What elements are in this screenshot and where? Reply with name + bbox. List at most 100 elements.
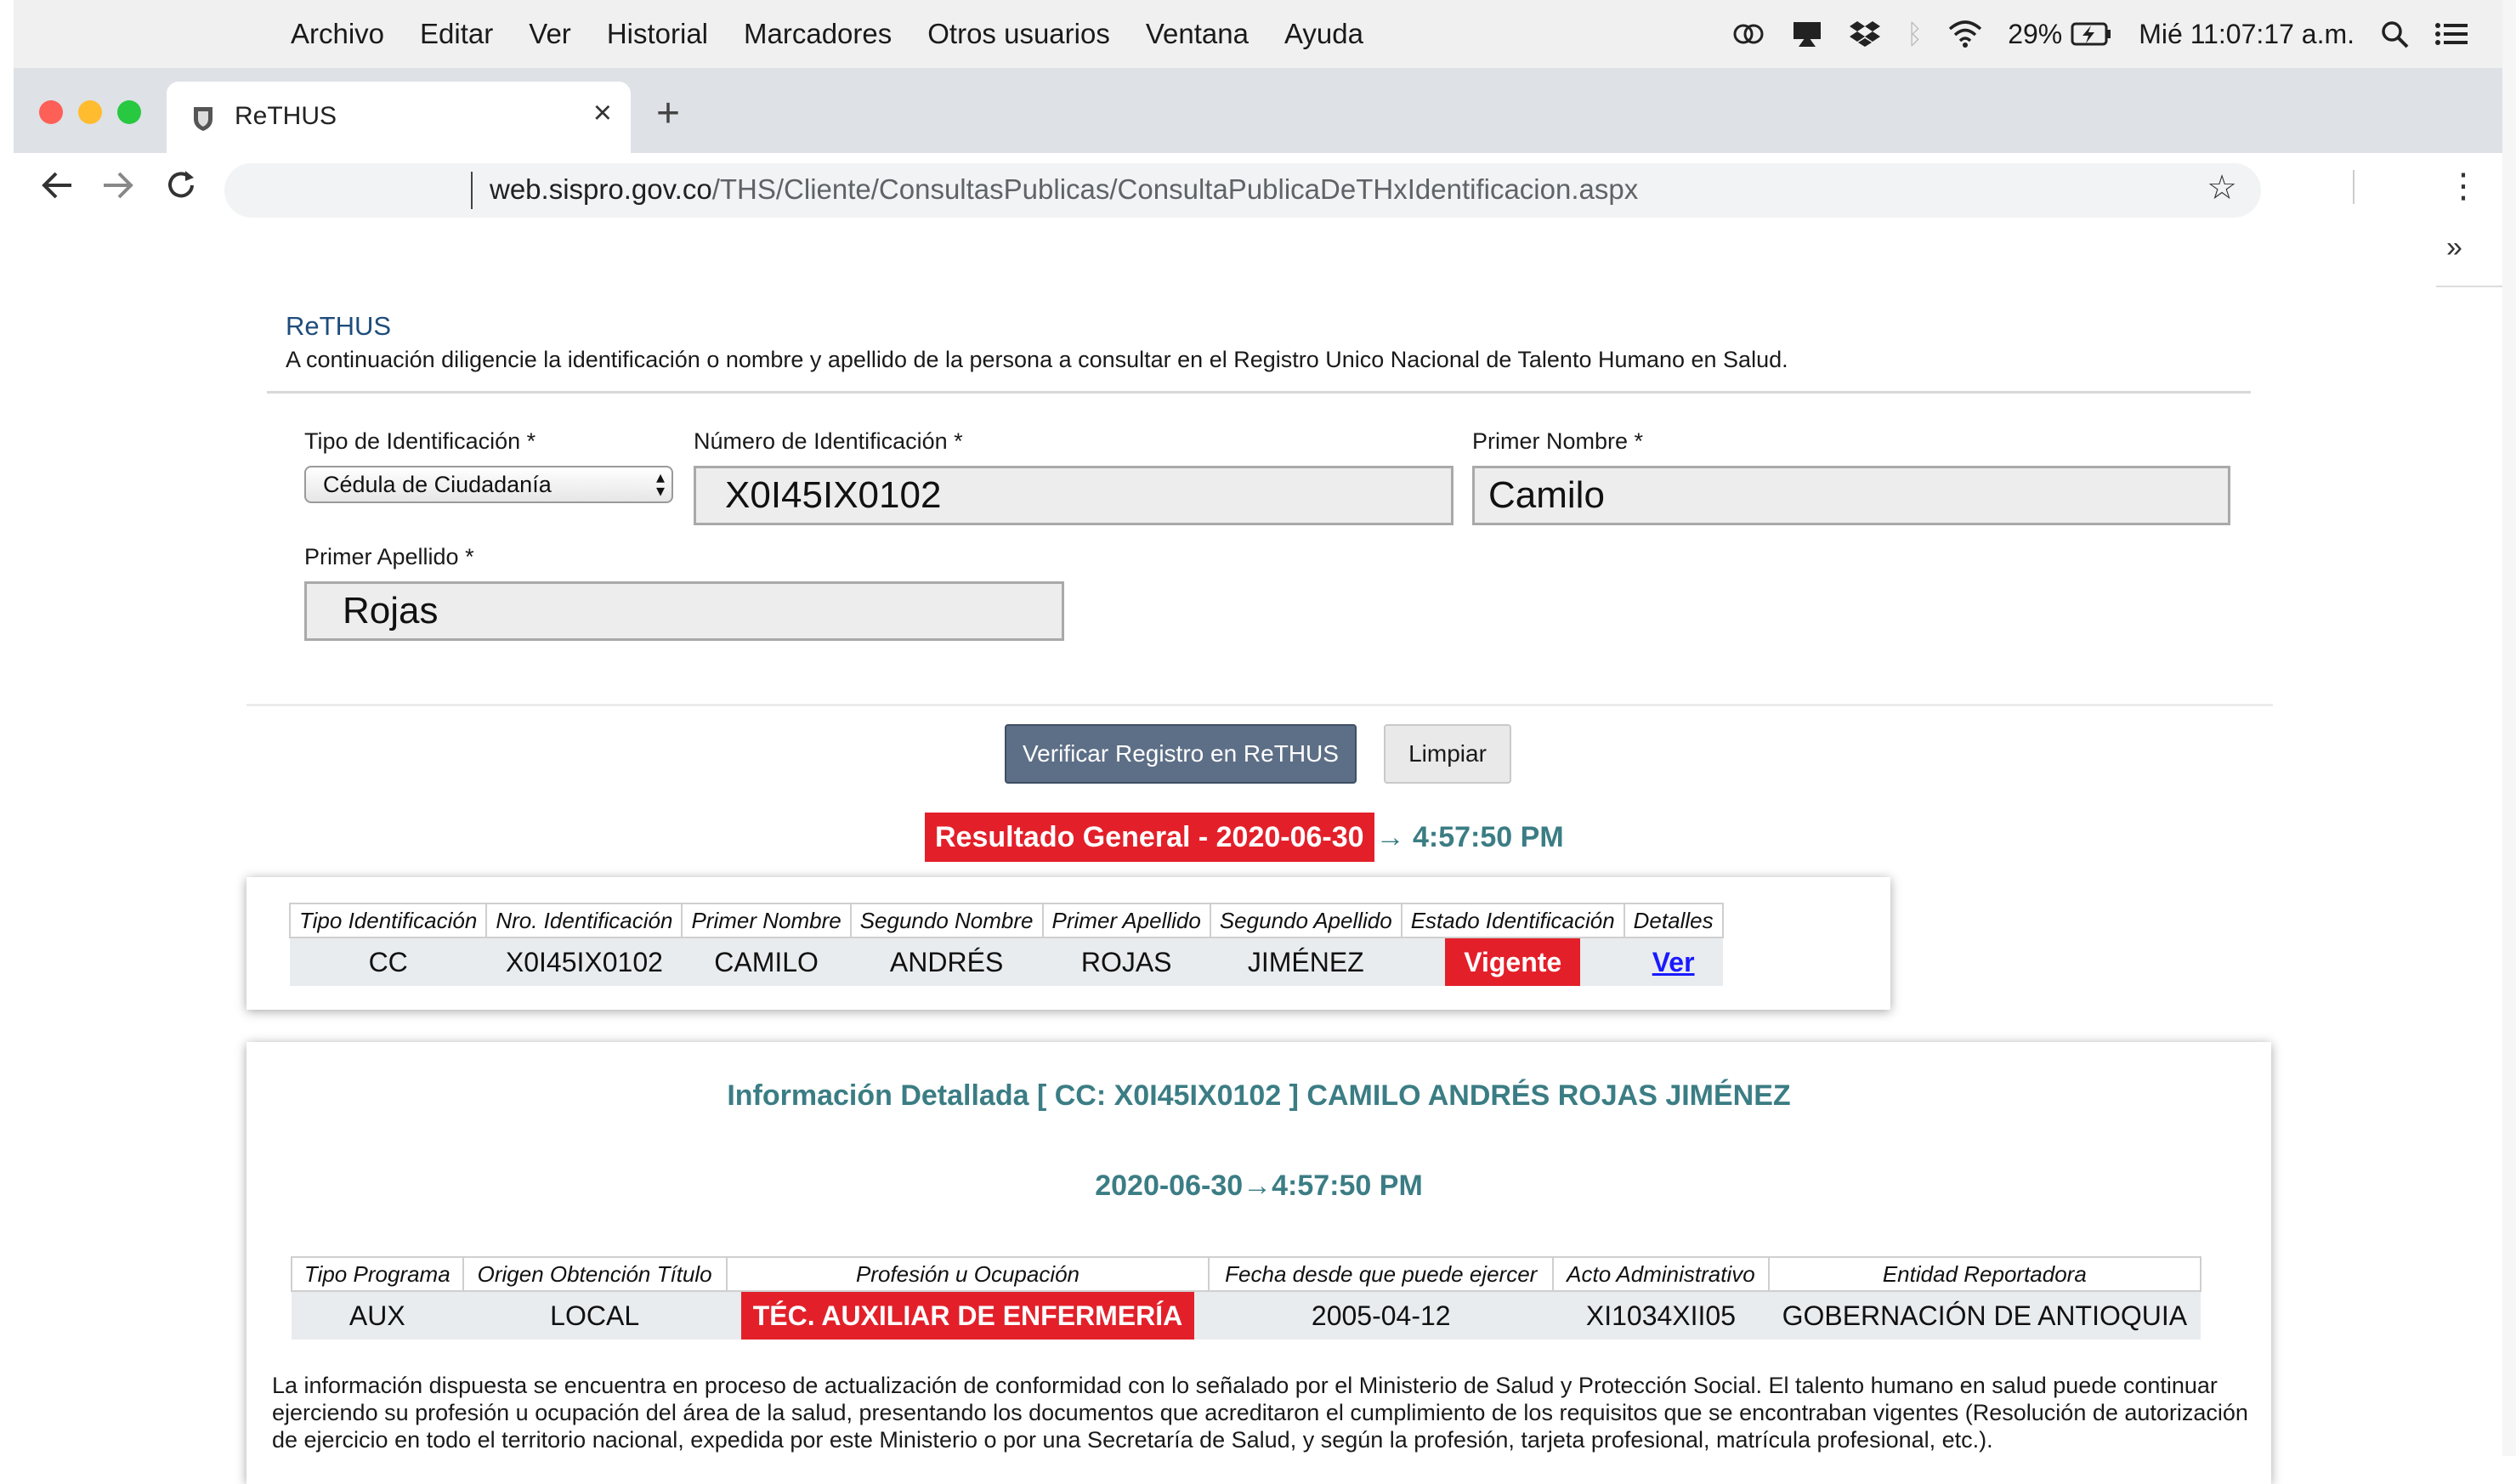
verify-rethus-button[interactable]: Verificar Registro en ReTHUS	[1005, 724, 1357, 784]
menu-ver[interactable]: Ver	[529, 18, 571, 50]
menubar-clock[interactable]: Mié 11:07:17 a.m.	[2139, 19, 2354, 50]
select-arrows-icon: ▴ ▾	[655, 468, 665, 501]
url-text[interactable]: web.sispro.gov.co/THS/Cliente/ConsultasP…	[490, 173, 1638, 206]
table-row: AUX LOCAL TÉC. AUXILIAR DE ENFERMERÍA 20…	[292, 1291, 2201, 1340]
detail-title: Información Detallada [ CC: X0I45IX0102 …	[727, 1079, 1791, 1112]
back-arrow-icon[interactable]	[39, 167, 75, 212]
col-header: Acto Administrativo	[1552, 1256, 1770, 1292]
reload-icon[interactable]	[163, 167, 199, 212]
window-edge	[2502, 0, 2516, 1456]
battery-percent: 29%	[2008, 18, 2063, 49]
minimize-window-button[interactable]	[78, 100, 102, 124]
tipo-identificacion-label: Tipo de Identificación *	[304, 428, 536, 454]
col-header: Entidad Reportadora	[1767, 1256, 2202, 1292]
primer-nombre-input[interactable]: Camilo	[1472, 466, 2230, 525]
cell-acto: XI1034XII05	[1553, 1291, 1769, 1340]
dropbox-icon[interactable]	[1849, 20, 1881, 48]
col-header: Tipo Identificación	[288, 903, 488, 938]
menu-otros-usuarios[interactable]: Otros usuarios	[927, 18, 1110, 50]
cell-profesion: TÉC. AUXILIAR DE ENFERMERÍA	[726, 1291, 1210, 1340]
cell-primer-apellido: ROJAS	[1042, 937, 1210, 986]
creative-cloud-icon[interactable]	[1731, 20, 1765, 48]
zoom-window-button[interactable]	[117, 100, 141, 124]
cell-origen: LOCAL	[462, 1291, 727, 1340]
close-window-button[interactable]	[39, 100, 63, 124]
result-general-badge: Resultado General - 2020-06-30	[925, 813, 1374, 862]
ver-details-link[interactable]: Ver	[1652, 947, 1695, 977]
page-intro: A continuación diligencie la identificac…	[286, 347, 1788, 372]
menu-marcadores[interactable]: Marcadores	[744, 18, 892, 50]
disclaimer-text: La información dispuesta se encuentra en…	[272, 1373, 2248, 1453]
col-header: Fecha desde que puede ejercer	[1208, 1256, 1555, 1292]
address-bar[interactable]: web.sispro.gov.co/THS/Cliente/ConsultasP…	[224, 163, 2261, 218]
menu-historial[interactable]: Historial	[607, 18, 708, 50]
url-path: /THS/Cliente/ConsultasPublicas/ConsultaP…	[711, 173, 1639, 205]
col-header: Segundo Nombre	[849, 903, 1044, 938]
col-header: Profesión u Ocupación	[725, 1256, 1210, 1292]
detail-header-row: Tipo Programa Origen Obtención Título Pr…	[291, 1256, 2202, 1292]
form-divider	[246, 704, 2273, 706]
result-time: → 4:57:50 PM	[1375, 820, 1564, 853]
page-heading: ReTHUS	[286, 311, 392, 341]
numero-identificacion-label: Número de Identificación *	[694, 428, 963, 454]
extensions-overflow-icon[interactable]: »	[2446, 231, 2462, 264]
cell-estado: Vigente	[1401, 937, 1624, 986]
battery-charging-icon[interactable]	[2071, 21, 2113, 47]
tab-title: ReTHUS	[235, 102, 337, 130]
app-menu: Archivo Editar Ver Historial Marcadores …	[260, 0, 1399, 68]
new-tab-button[interactable]: +	[656, 90, 680, 137]
col-header: Primer Apellido	[1041, 903, 1211, 938]
col-header: Nro. Identificación	[485, 903, 683, 938]
spotlight-search-icon[interactable]	[2380, 20, 2409, 48]
wifi-icon[interactable]	[1948, 20, 1982, 48]
macos-menubar: Archivo Editar Ver Historial Marcadores …	[14, 0, 2502, 68]
col-header: Estado Identificación	[1400, 903, 1625, 938]
notification-center-icon[interactable]	[2434, 21, 2468, 47]
cell-primer-nombre: CAMILO	[682, 937, 851, 986]
menu-ventana[interactable]: Ventana	[1146, 18, 1249, 50]
col-header: Origen Obtención Título	[462, 1256, 728, 1292]
bluetooth-icon[interactable]: ᛒ	[1907, 19, 1923, 50]
browser-tab[interactable]: ReTHUS ×	[167, 82, 631, 153]
cell-tipo-programa: AUX	[292, 1291, 463, 1340]
result-summary: Resultado General - 2020-06-30 → 4:57:50…	[925, 813, 1564, 862]
coat-of-arms-favicon-icon	[189, 104, 218, 137]
intro-divider	[267, 391, 2251, 394]
overflow-divider	[2436, 286, 2502, 287]
text-cursor	[471, 172, 473, 209]
menu-editar[interactable]: Editar	[420, 18, 493, 50]
clear-button[interactable]: Limpiar	[1384, 724, 1511, 784]
primer-apellido-label: Primer Apellido *	[304, 544, 474, 569]
profesion-badge: TÉC. AUXILIAR DE ENFERMERÍA	[740, 1292, 1195, 1340]
col-header: Primer Nombre	[681, 903, 852, 938]
col-header: Tipo Programa	[291, 1256, 464, 1292]
cell-entidad: GOBERNACIÓN DE ANTIOQUIA	[1768, 1291, 2201, 1340]
status-area: ᛒ 29% Mié 11:07:17 a.m.	[1706, 0, 2468, 68]
cell-nro: X0I45IX0102	[486, 937, 683, 986]
airplay-icon[interactable]	[1791, 20, 1823, 48]
bookmark-star-icon[interactable]: ☆	[2207, 168, 2237, 207]
cell-fecha: 2005-04-12	[1209, 1291, 1554, 1340]
cell-tipo: CC	[290, 937, 487, 986]
toolbar-separator	[2353, 170, 2354, 204]
cell-segundo-apellido: JIMÉNEZ	[1210, 937, 1402, 986]
cell-detalles: Ver	[1624, 937, 1723, 986]
detail-timestamp: 2020-06-30→4:57:50 PM	[1095, 1170, 1423, 1202]
col-header: Detalles	[1623, 903, 1724, 938]
primer-apellido-input[interactable]: Rojas	[304, 581, 1064, 641]
forward-arrow-icon[interactable]	[100, 167, 136, 212]
estado-vigente-badge: Vigente	[1445, 938, 1581, 986]
cell-segundo-nombre: ANDRÉS	[850, 937, 1043, 986]
menu-archivo[interactable]: Archivo	[291, 18, 384, 50]
browser-menu-icon[interactable]: ⋮	[2446, 167, 2480, 206]
menu-ayuda[interactable]: Ayuda	[1284, 18, 1363, 50]
result-table: Tipo Identificación Nro. Identificación …	[288, 903, 1724, 986]
col-header: Segundo Apellido	[1209, 903, 1402, 938]
numero-identificacion-input[interactable]: X0I45IX0102	[694, 466, 1454, 525]
tab-close-icon[interactable]: ×	[593, 95, 612, 132]
tipo-identificacion-select[interactable]: Cédula de Ciudadanía ▴ ▾	[304, 466, 673, 503]
table-row: CC X0I45IX0102 CAMILO ANDRÉS ROJAS JIMÉN…	[290, 937, 1723, 986]
result-card: Tipo Identificación Nro. Identificación …	[246, 877, 1890, 1010]
url-host: web.sispro.gov.co	[490, 173, 712, 205]
result-header-row: Tipo Identificación Nro. Identificación …	[288, 903, 1724, 938]
